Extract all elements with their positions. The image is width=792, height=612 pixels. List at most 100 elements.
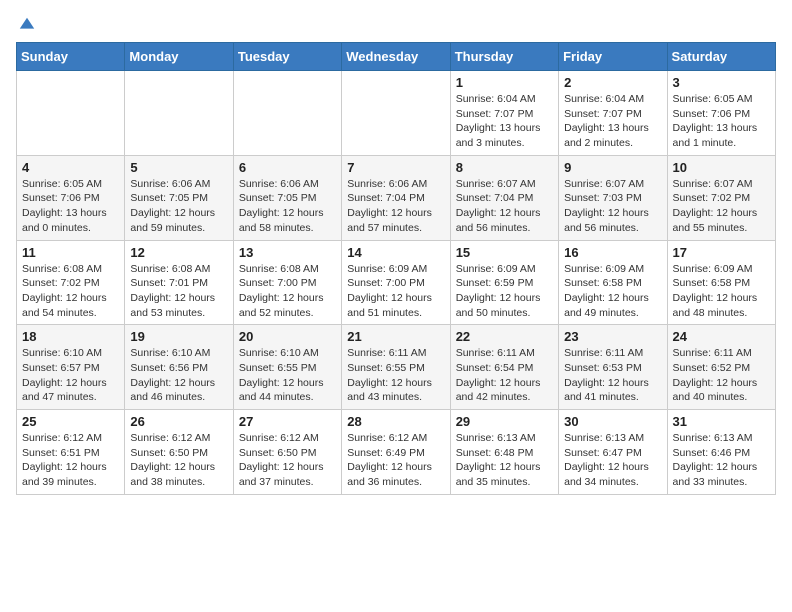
day-info: Sunrise: 6:08 AM Sunset: 7:01 PM Dayligh… [130, 262, 227, 321]
day-number: 23 [564, 329, 661, 344]
day-info: Sunrise: 6:11 AM Sunset: 6:55 PM Dayligh… [347, 346, 444, 405]
calendar-cell: 22 Sunrise: 6:11 AM Sunset: 6:54 PM Dayli… [450, 325, 558, 410]
day-number: 27 [239, 414, 336, 429]
day-info: Sunrise: 6:12 AM Sunset: 6:49 PM Dayligh… [347, 431, 444, 490]
day-number: 4 [22, 160, 119, 175]
day-number: 14 [347, 245, 444, 260]
calendar-cell: 27 Sunrise: 6:12 AM Sunset: 6:50 PM Dayli… [233, 410, 341, 495]
day-info: Sunrise: 6:06 AM Sunset: 7:04 PM Dayligh… [347, 177, 444, 236]
day-info: Sunrise: 6:09 AM Sunset: 6:58 PM Dayligh… [564, 262, 661, 321]
calendar-cell [125, 71, 233, 156]
day-number: 20 [239, 329, 336, 344]
day-info: Sunrise: 6:06 AM Sunset: 7:05 PM Dayligh… [130, 177, 227, 236]
day-info: Sunrise: 6:09 AM Sunset: 7:00 PM Dayligh… [347, 262, 444, 321]
day-number: 22 [456, 329, 553, 344]
calendar-cell: 10 Sunrise: 6:07 AM Sunset: 7:02 PM Dayli… [667, 155, 775, 240]
day-number: 2 [564, 75, 661, 90]
day-number: 30 [564, 414, 661, 429]
calendar-cell: 24 Sunrise: 6:11 AM Sunset: 6:52 PM Dayli… [667, 325, 775, 410]
weekday-header-saturday: Saturday [667, 43, 775, 71]
calendar-cell: 17 Sunrise: 6:09 AM Sunset: 6:58 PM Dayli… [667, 240, 775, 325]
day-number: 6 [239, 160, 336, 175]
day-info: Sunrise: 6:13 AM Sunset: 6:46 PM Dayligh… [673, 431, 770, 490]
day-info: Sunrise: 6:12 AM Sunset: 6:50 PM Dayligh… [239, 431, 336, 490]
day-info: Sunrise: 6:11 AM Sunset: 6:54 PM Dayligh… [456, 346, 553, 405]
day-number: 31 [673, 414, 770, 429]
weekday-header-monday: Monday [125, 43, 233, 71]
day-info: Sunrise: 6:04 AM Sunset: 7:07 PM Dayligh… [564, 92, 661, 151]
weekday-header-wednesday: Wednesday [342, 43, 450, 71]
day-info: Sunrise: 6:12 AM Sunset: 6:51 PM Dayligh… [22, 431, 119, 490]
calendar-week-row: 1 Sunrise: 6:04 AM Sunset: 7:07 PM Daylig… [17, 71, 776, 156]
calendar-cell: 1Sunrise: 6:04 AM Sunset: 7:07 PM Daylig… [450, 71, 558, 156]
day-info: Sunrise: 6:10 AM Sunset: 6:56 PM Dayligh… [130, 346, 227, 405]
day-info: Sunrise: 6:13 AM Sunset: 6:47 PM Dayligh… [564, 431, 661, 490]
day-info: Sunrise: 6:07 AM Sunset: 7:02 PM Dayligh… [673, 177, 770, 236]
calendar-cell: 19 Sunrise: 6:10 AM Sunset: 6:56 PM Dayli… [125, 325, 233, 410]
calendar-cell [342, 71, 450, 156]
calendar-cell: 29Sunrise: 6:13 AM Sunset: 6:48 PM Dayli… [450, 410, 558, 495]
calendar-week-row: 11 Sunrise: 6:08 AM Sunset: 7:02 PM Dayli… [17, 240, 776, 325]
calendar-cell: 7 Sunrise: 6:06 AM Sunset: 7:04 PM Daylig… [342, 155, 450, 240]
day-number: 25 [22, 414, 119, 429]
day-number: 7 [347, 160, 444, 175]
day-number: 19 [130, 329, 227, 344]
day-number: 29 [456, 414, 553, 429]
day-info: Sunrise: 6:09 AM Sunset: 6:59 PM Dayligh… [456, 262, 553, 321]
day-number: 5 [130, 160, 227, 175]
calendar-cell: 12 Sunrise: 6:08 AM Sunset: 7:01 PM Dayli… [125, 240, 233, 325]
day-info: Sunrise: 6:11 AM Sunset: 6:53 PM Dayligh… [564, 346, 661, 405]
calendar-table: SundayMondayTuesdayWednesdayThursdayFrid… [16, 42, 776, 495]
day-number: 3 [673, 75, 770, 90]
calendar-cell: 8 Sunrise: 6:07 AM Sunset: 7:04 PM Daylig… [450, 155, 558, 240]
day-number: 24 [673, 329, 770, 344]
calendar-cell: 4 Sunrise: 6:05 AM Sunset: 7:06 PM Daylig… [17, 155, 125, 240]
day-number: 21 [347, 329, 444, 344]
day-info: Sunrise: 6:07 AM Sunset: 7:03 PM Dayligh… [564, 177, 661, 236]
calendar-cell [17, 71, 125, 156]
logo [16, 16, 36, 30]
day-info: Sunrise: 6:10 AM Sunset: 6:57 PM Dayligh… [22, 346, 119, 405]
day-info: Sunrise: 6:08 AM Sunset: 7:00 PM Dayligh… [239, 262, 336, 321]
calendar-cell: 14 Sunrise: 6:09 AM Sunset: 7:00 PM Dayli… [342, 240, 450, 325]
day-info: Sunrise: 6:05 AM Sunset: 7:06 PM Dayligh… [22, 177, 119, 236]
calendar-cell: 2 Sunrise: 6:04 AM Sunset: 7:07 PM Daylig… [559, 71, 667, 156]
day-number: 11 [22, 245, 119, 260]
day-number: 8 [456, 160, 553, 175]
logo-icon [18, 16, 36, 34]
calendar-cell: 6 Sunrise: 6:06 AM Sunset: 7:05 PM Daylig… [233, 155, 341, 240]
day-number: 17 [673, 245, 770, 260]
calendar-cell: 13 Sunrise: 6:08 AM Sunset: 7:00 PM Dayli… [233, 240, 341, 325]
day-info: Sunrise: 6:07 AM Sunset: 7:04 PM Dayligh… [456, 177, 553, 236]
day-number: 15 [456, 245, 553, 260]
weekday-header-row: SundayMondayTuesdayWednesdayThursdayFrid… [17, 43, 776, 71]
calendar-cell: 25 Sunrise: 6:12 AM Sunset: 6:51 PM Dayli… [17, 410, 125, 495]
day-number: 1 [456, 75, 553, 90]
day-number: 10 [673, 160, 770, 175]
calendar-cell: 28 Sunrise: 6:12 AM Sunset: 6:49 PM Dayli… [342, 410, 450, 495]
day-number: 13 [239, 245, 336, 260]
day-info: Sunrise: 6:12 AM Sunset: 6:50 PM Dayligh… [130, 431, 227, 490]
calendar-cell: 15 Sunrise: 6:09 AM Sunset: 6:59 PM Dayli… [450, 240, 558, 325]
day-info: Sunrise: 6:09 AM Sunset: 6:58 PM Dayligh… [673, 262, 770, 321]
calendar-header: SundayMondayTuesdayWednesdayThursdayFrid… [17, 43, 776, 71]
day-info: Sunrise: 6:06 AM Sunset: 7:05 PM Dayligh… [239, 177, 336, 236]
calendar-cell: 23 Sunrise: 6:11 AM Sunset: 6:53 PM Dayli… [559, 325, 667, 410]
day-number: 12 [130, 245, 227, 260]
weekday-header-sunday: Sunday [17, 43, 125, 71]
day-info: Sunrise: 6:08 AM Sunset: 7:02 PM Dayligh… [22, 262, 119, 321]
weekday-header-thursday: Thursday [450, 43, 558, 71]
day-info: Sunrise: 6:10 AM Sunset: 6:55 PM Dayligh… [239, 346, 336, 405]
calendar-cell: 26 Sunrise: 6:12 AM Sunset: 6:50 PM Dayli… [125, 410, 233, 495]
calendar-cell: 5 Sunrise: 6:06 AM Sunset: 7:05 PM Daylig… [125, 155, 233, 240]
day-number: 26 [130, 414, 227, 429]
day-info: Sunrise: 6:11 AM Sunset: 6:52 PM Dayligh… [673, 346, 770, 405]
calendar-week-row: 18Sunrise: 6:10 AM Sunset: 6:57 PM Dayli… [17, 325, 776, 410]
day-number: 28 [347, 414, 444, 429]
day-info: Sunrise: 6:05 AM Sunset: 7:06 PM Dayligh… [673, 92, 770, 151]
calendar-cell: 11 Sunrise: 6:08 AM Sunset: 7:02 PM Dayli… [17, 240, 125, 325]
calendar-cell: 21 Sunrise: 6:11 AM Sunset: 6:55 PM Dayli… [342, 325, 450, 410]
calendar-cell: 20 Sunrise: 6:10 AM Sunset: 6:55 PM Dayli… [233, 325, 341, 410]
calendar-week-row: 25 Sunrise: 6:12 AM Sunset: 6:51 PM Dayli… [17, 410, 776, 495]
calendar-cell: 16Sunrise: 6:09 AM Sunset: 6:58 PM Dayli… [559, 240, 667, 325]
